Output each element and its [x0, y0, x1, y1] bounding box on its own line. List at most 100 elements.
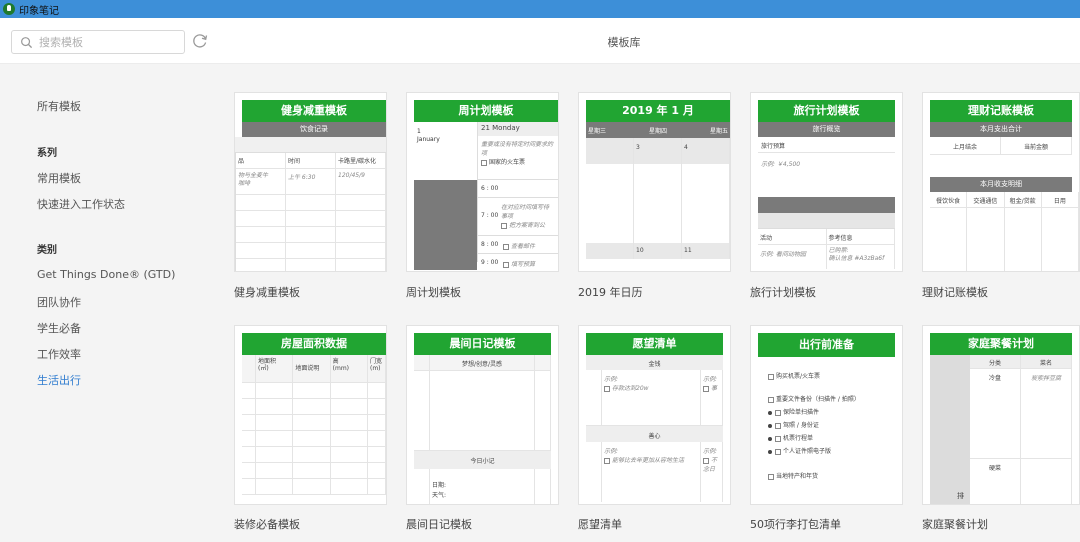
thumb-section: 今日小记	[414, 451, 551, 469]
thumb-title: 晨间日记模板	[414, 333, 551, 355]
thumb-title: 健身减重模板	[242, 100, 386, 122]
thumb-field: 示例: ￥4,500	[761, 161, 801, 168]
template-card-finance[interactable]: 理财记账模板 本月支出合计 上月结余 当前金额 本月收支明细 餐饮伙食 交通通信…	[922, 92, 1080, 272]
template-card-weekly[interactable]: 周计划模板 1 January 21 Monday 重要或没有特定时间要求的 项 …	[406, 92, 559, 272]
thumb-check: 机票行程单	[783, 435, 814, 442]
thumb-spacer	[235, 137, 386, 153]
sidebar-item-team[interactable]: 团队协作	[37, 294, 81, 310]
thumb-time: 6 : 00	[478, 180, 558, 198]
thumb-cell: 示例: 能够比去年更加从容地生活	[602, 442, 701, 502]
thumb-title: 出行前准备	[758, 333, 895, 357]
thumb-cell: 示例: 事	[701, 370, 723, 425]
thumb-day-num: 3	[634, 138, 682, 164]
template-card-travel[interactable]: 旅行计划模板 旅行概览 旅行预算 示例: ￥4,500 活动 参考信息 示例: …	[750, 92, 903, 272]
thumb-check: 驾照 / 身份证	[783, 422, 819, 429]
template-card-fitness[interactable]: 健身减重模板 饮食记录 品时间 卡路里/碳水化 物与全麦牛 咖啡 上午 6:30 120…	[234, 92, 387, 272]
thumb-cell: 炭索拌豆腐	[1021, 369, 1072, 458]
thumb-day: 21 Monday	[478, 122, 558, 136]
thumb-fields: 日期: 天气:	[430, 469, 535, 504]
thumb-cell: 示例: 看间动物园	[758, 245, 827, 269]
thumb-title: 理财记账模板	[930, 100, 1072, 122]
sidebar-item-all[interactable]: 所有模板	[37, 98, 81, 114]
template-label-fitness[interactable]: 健身减重模板	[234, 284, 300, 300]
template-label-wishlist[interactable]: 愿望清单	[578, 516, 622, 532]
thumb-col: 地面积 (㎡)	[256, 355, 294, 382]
template-card-packing[interactable]: 出行前准备 购买机票/火车票 重要文件备份（扫描件 / 拍照） 保险单扫描件 驾…	[750, 325, 903, 505]
template-label-renovation[interactable]: 装修必备模板	[234, 516, 300, 532]
thumb-section: 金钱	[586, 355, 723, 370]
thumb-note: 事项	[501, 213, 514, 220]
thumb-check: 把方案寄到公	[509, 222, 546, 229]
thumb-light-bar	[758, 213, 895, 229]
page-title: 模板库	[607, 36, 641, 49]
thumb-check: 购买机票/火车票	[776, 373, 821, 380]
template-card-wishlist[interactable]: 愿望清单 金钱 示例: 存款达到20w 示例: 事 善心 示例: 能够比去年更加从容地…	[578, 325, 731, 505]
thumb-col: 上月结余	[930, 137, 1001, 154]
thumb-side: 排	[930, 355, 970, 504]
sidebar: 所有模板 系列 常用模板 快速进入工作状态 类别 Get Things Done…	[0, 64, 220, 542]
thumb-check: 保险单扫描件	[783, 409, 820, 416]
thumb-subtitle: 饮食记录	[242, 122, 386, 137]
template-card-renovation[interactable]: 房屋面积数据 地面积 (㎡) 地面说明 高 (mm) 门宽 (m)	[234, 325, 387, 505]
thumb-field: 旅行预算	[758, 137, 895, 153]
thumb-cell: 示例: 存款达到20w	[602, 370, 701, 425]
thumb-title: 旅行计划模板	[758, 100, 895, 122]
template-label-travel[interactable]: 旅行计划模板	[750, 284, 816, 300]
thumb-col: 参考信息	[827, 229, 895, 244]
template-card-family-dinner[interactable]: 家庭聚餐计划 排 分类 菜名 冷盘 炭索拌豆腐 硬菜	[922, 325, 1080, 505]
thumb-cell: 示例: 不念日	[701, 442, 723, 502]
thumb-day-num: 4	[682, 138, 730, 164]
thumb-col: 品	[236, 153, 286, 168]
thumb-cell: 已购票: 确认信息 #A3zBa6f	[827, 245, 895, 269]
thumb-subtitle: 本月收支明细	[930, 177, 1072, 192]
thumb-cell: 上午 6:30	[286, 169, 336, 194]
thumb-gray-bar	[758, 197, 895, 213]
thumb-gray-block	[414, 180, 477, 270]
thumb-col: 活动	[758, 229, 827, 244]
thumb-date: 1 January	[417, 128, 440, 143]
thumb-weekdays: 星期三 星期四 星期五	[586, 122, 730, 138]
thumb-title: 2019 年 1 月	[586, 100, 730, 122]
thumb-col: 租金/贷款	[1005, 192, 1042, 207]
template-label-weekly[interactable]: 周计划模板	[406, 284, 461, 300]
template-card-morning-diary[interactable]: 晨间日记模板 梦想/创意/灵感 今日小记 日期: 天气:	[406, 325, 559, 505]
template-label-family-dinner[interactable]: 家庭聚餐计划	[922, 516, 988, 532]
thumb-cell: 冷盘	[970, 369, 1021, 458]
sidebar-heading-series: 系列	[37, 148, 57, 159]
thumb-col: 高 (mm)	[331, 355, 368, 382]
thumb-check: 当地特产和年货	[776, 473, 819, 480]
thumb-col: 交通通信	[967, 192, 1005, 207]
window-title: 印象笔记	[19, 5, 59, 17]
thumb-check: 国家的火车票	[489, 159, 526, 166]
sidebar-item-common[interactable]: 常用模板	[37, 170, 81, 186]
window-titlebar: 印象笔记	[0, 0, 1080, 18]
thumb-note: 重要或没有特定时间要求的	[481, 141, 554, 148]
thumb-col: 门宽 (m)	[368, 355, 386, 382]
thumb-col: 卡路里/碳水化	[336, 153, 386, 168]
thumb-subtitle: 旅行概览	[758, 122, 895, 137]
template-label-finance[interactable]: 理财记账模板	[922, 284, 988, 300]
sidebar-item-gtd[interactable]: Get Things Done® (GTD)	[37, 268, 175, 281]
thumb-col: 时间	[286, 153, 336, 168]
thumb-col: 地面说明	[293, 355, 331, 382]
thumb-time: 8 : 00	[481, 241, 499, 248]
top-bar: 模板库	[0, 18, 1080, 64]
thumb-col: 菜名	[1021, 355, 1072, 368]
thumb-day-num: 11	[682, 243, 730, 259]
thumb-check: 填写预算	[511, 261, 536, 268]
thumb-check: 重要文件备份（扫描件 / 拍照）	[776, 396, 860, 403]
sidebar-item-quickstart[interactable]: 快速进入工作状态	[37, 196, 125, 212]
thumb-title: 家庭聚餐计划	[930, 333, 1072, 355]
template-label-calendar[interactable]: 2019 年日历	[578, 284, 643, 300]
thumb-day-num: 10	[634, 243, 682, 259]
thumb-note: 项	[481, 150, 488, 157]
sidebar-item-efficiency[interactable]: 工作效率	[37, 346, 81, 362]
template-label-morning-diary[interactable]: 晨间日记模板	[406, 516, 472, 532]
template-card-calendar[interactable]: 2019 年 1 月 星期三 星期四 星期五 3 4 10 11	[578, 92, 731, 272]
template-label-packing[interactable]: 50项行李打包清单	[750, 516, 841, 532]
thumb-title: 愿望清单	[586, 333, 723, 355]
sidebar-item-student[interactable]: 学生必备	[37, 320, 81, 336]
thumb-cell: 物与全麦牛 咖啡	[236, 169, 286, 194]
sidebar-item-travel[interactable]: 生活出行	[37, 372, 81, 388]
thumb-subtitle: 本月支出合计	[930, 122, 1072, 137]
